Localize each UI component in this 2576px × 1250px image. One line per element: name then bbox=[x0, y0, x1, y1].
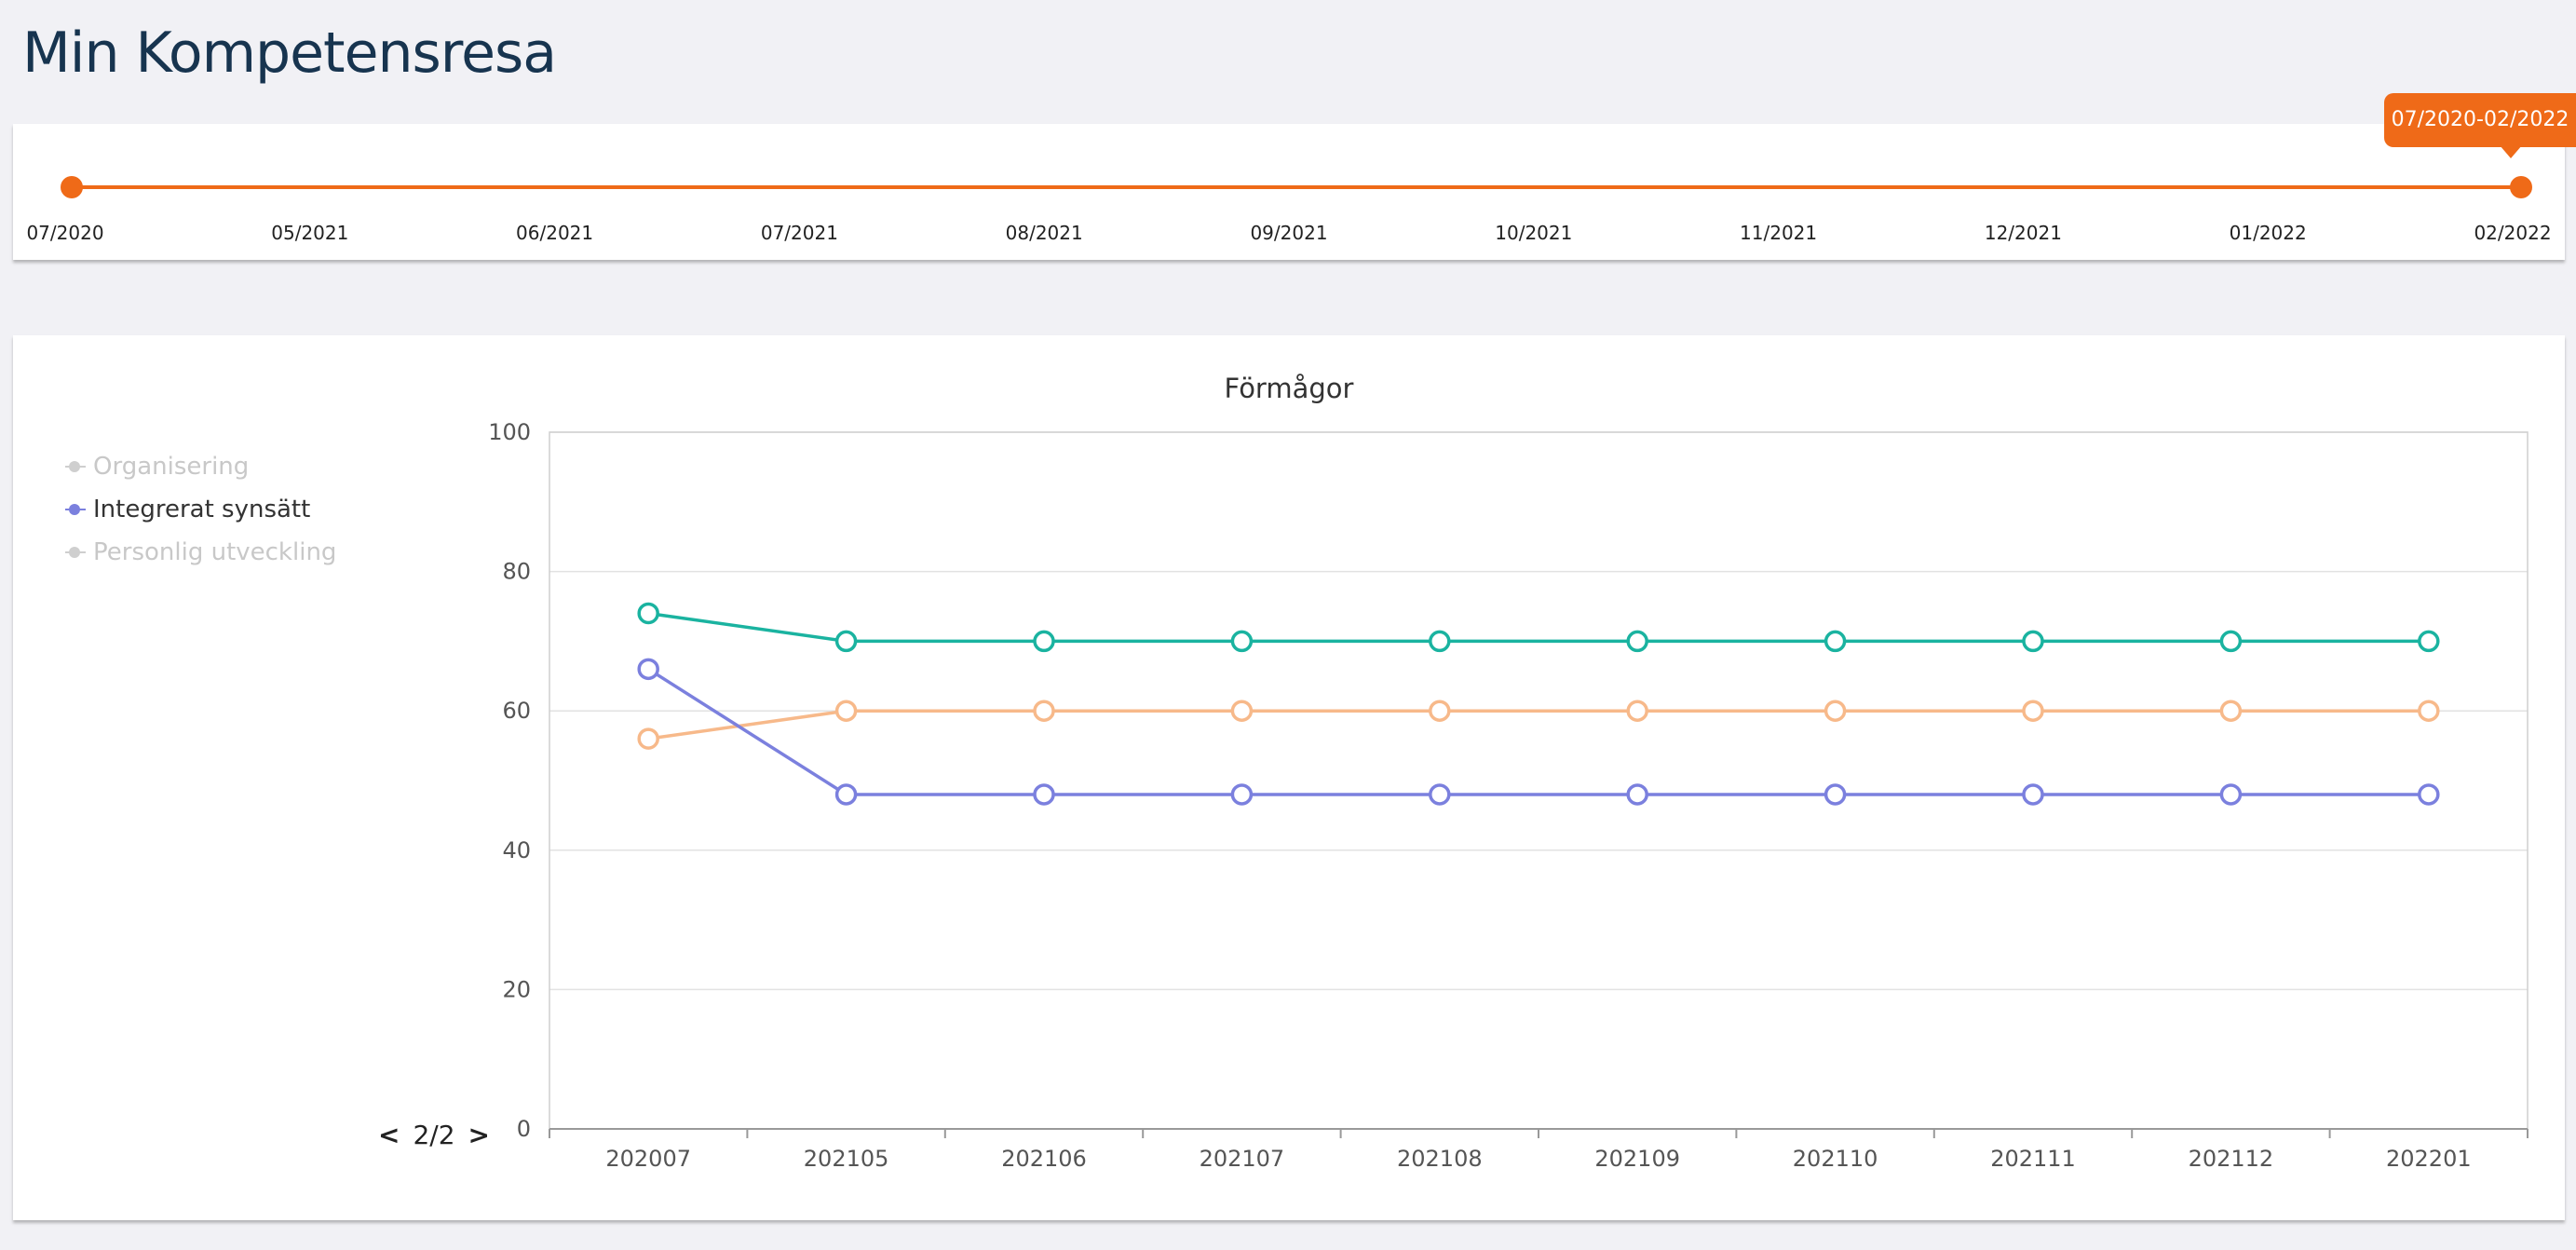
x-tick-label: 202106 bbox=[1001, 1146, 1087, 1172]
legend-marker-icon bbox=[65, 461, 86, 472]
x-tick-label: 202108 bbox=[1397, 1146, 1483, 1172]
legend-label: Integrerat synsätt bbox=[93, 496, 311, 523]
slider-tick-label: 06/2021 bbox=[516, 222, 594, 244]
chart-card: 0 20 40 60 80 100 202007 202105 202106 202107 2021… bbox=[13, 335, 2565, 1220]
data-point bbox=[637, 658, 659, 681]
data-point bbox=[1033, 700, 1055, 722]
slider-tick-label: 10/2021 bbox=[1495, 222, 1573, 244]
y-tick-label: 40 bbox=[502, 837, 531, 863]
slider-tick-label: 07/2020 bbox=[26, 222, 104, 244]
data-point bbox=[1429, 783, 1451, 806]
chart-legend: Organisering Integrerat synsätt Personli… bbox=[65, 445, 336, 574]
legend-item-personlig-utveckling[interactable]: Personlig utveckling bbox=[65, 531, 336, 574]
series-line-2 bbox=[647, 667, 2429, 796]
page-title: Min Kompetensresa bbox=[22, 20, 557, 86]
slider-tick-label: 05/2021 bbox=[271, 222, 349, 244]
slider-tick-label: 11/2021 bbox=[1740, 222, 1818, 244]
data-point bbox=[1429, 630, 1451, 653]
x-tick-label: 202007 bbox=[605, 1146, 691, 1172]
y-tick-label: 60 bbox=[502, 698, 531, 724]
y-tick-label: 100 bbox=[488, 419, 531, 445]
y-tick-label: 80 bbox=[502, 559, 531, 585]
data-point bbox=[1230, 630, 1254, 653]
slider-start-handle[interactable] bbox=[61, 176, 83, 198]
x-tick-label: 202111 bbox=[1990, 1146, 2076, 1172]
slider-tick-label: 09/2021 bbox=[1250, 222, 1328, 244]
slider-end-handle[interactable] bbox=[2510, 176, 2532, 198]
data-point bbox=[2022, 783, 2044, 806]
data-point bbox=[2219, 630, 2243, 653]
legend-pager: < 2/2 > bbox=[378, 1120, 490, 1150]
slider-tick-label: 08/2021 bbox=[1005, 222, 1083, 244]
data-point bbox=[1429, 700, 1451, 722]
data-point bbox=[1626, 700, 1648, 722]
data-point bbox=[1230, 700, 1254, 722]
legend-page-indicator: 2/2 bbox=[413, 1120, 455, 1150]
series-line-1 bbox=[647, 709, 2429, 740]
data-point bbox=[637, 727, 659, 750]
chart-title: Förmågor bbox=[1224, 373, 1354, 404]
data-point bbox=[2418, 700, 2440, 722]
data-point bbox=[2418, 630, 2440, 653]
line-chart: 0 20 40 60 80 100 202007 202105 202106 202107 2021… bbox=[488, 419, 2529, 1172]
slider-tick-label: 07/2021 bbox=[760, 222, 838, 244]
x-tick-label: 202105 bbox=[804, 1146, 889, 1172]
date-range-slider[interactable]: 07/2020 05/2021 06/2021 07/2021 08/2021 09/20… bbox=[13, 124, 2565, 260]
plot-frame bbox=[549, 431, 2529, 1130]
slider-track[interactable] bbox=[73, 185, 2522, 189]
data-point bbox=[1033, 630, 1055, 653]
slider-tick-label: 02/2022 bbox=[2474, 222, 2552, 244]
range-tooltip: 07/2020-02/2022 bbox=[2384, 93, 2576, 158]
data-point bbox=[1626, 783, 1648, 806]
legend-label: Organisering bbox=[93, 453, 250, 481]
legend-label: Personlig utveckling bbox=[93, 538, 337, 566]
x-tick-label: 202107 bbox=[1200, 1146, 1285, 1172]
data-point bbox=[2219, 783, 2243, 806]
data-point bbox=[1824, 630, 1847, 653]
slider-tick-label: 01/2022 bbox=[2229, 222, 2307, 244]
data-point bbox=[2219, 700, 2243, 722]
series-line-0 bbox=[647, 611, 2429, 644]
legend-marker-icon bbox=[65, 547, 86, 558]
data-point bbox=[1230, 783, 1254, 806]
data-point bbox=[2418, 783, 2440, 806]
x-tick-label: 202109 bbox=[1594, 1146, 1680, 1172]
x-tick-label: 202112 bbox=[2189, 1146, 2274, 1172]
data-point bbox=[2022, 700, 2044, 722]
data-point bbox=[1824, 783, 1847, 806]
data-point bbox=[834, 783, 858, 806]
x-tick-label: 202201 bbox=[2386, 1146, 2472, 1172]
x-tick-label: 202110 bbox=[1793, 1146, 1878, 1172]
chevron-left-icon[interactable]: < bbox=[378, 1120, 400, 1150]
data-point bbox=[834, 700, 858, 722]
y-tick-label: 0 bbox=[517, 1116, 531, 1142]
slider-tick-label: 12/2021 bbox=[1984, 222, 2062, 244]
data-point bbox=[1033, 783, 1055, 806]
data-point bbox=[1824, 700, 1847, 722]
legend-item-integrerat-synsatt[interactable]: Integrerat synsätt bbox=[65, 488, 336, 531]
legend-item-organisering[interactable]: Organisering bbox=[65, 445, 336, 488]
y-tick-label: 20 bbox=[502, 976, 531, 1002]
data-point bbox=[2022, 630, 2044, 653]
data-point bbox=[637, 602, 659, 625]
data-point bbox=[834, 630, 858, 653]
chevron-right-icon[interactable]: > bbox=[468, 1120, 490, 1150]
data-point bbox=[1626, 630, 1648, 653]
legend-marker-icon bbox=[65, 504, 86, 515]
